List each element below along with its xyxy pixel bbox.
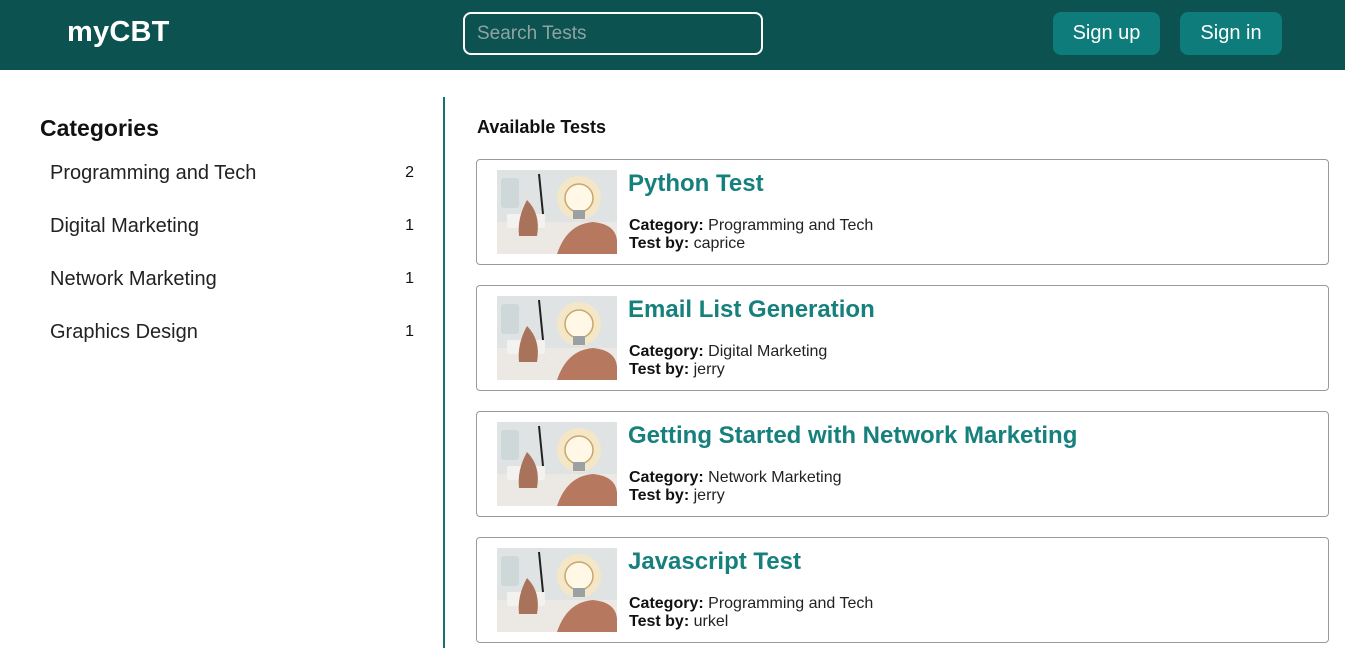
vertical-divider bbox=[443, 97, 445, 648]
brand-logo[interactable]: myCBT bbox=[67, 16, 170, 49]
test-title[interactable]: Javascript Test bbox=[628, 548, 801, 576]
lightbulb-thumbnail-icon bbox=[497, 422, 617, 506]
category-list: Programming and Tech 2 Digital Marketing… bbox=[40, 158, 420, 370]
author-value: jerry bbox=[693, 361, 725, 378]
test-category: Category: Programming and Tech bbox=[629, 217, 873, 235]
category-key: Category: bbox=[629, 217, 704, 234]
signup-button[interactable]: Sign up bbox=[1053, 12, 1160, 55]
author-value: jerry bbox=[693, 487, 725, 504]
category-count: 1 bbox=[405, 323, 414, 340]
test-card-email-list-generation[interactable]: Email List Generation Category: Digital … bbox=[476, 285, 1329, 391]
author-value: urkel bbox=[693, 613, 729, 630]
category-item-graphics-design[interactable]: Graphics Design 1 bbox=[40, 317, 420, 370]
test-title[interactable]: Python Test bbox=[628, 170, 764, 198]
category-value: Programming and Tech bbox=[708, 217, 874, 234]
lightbulb-thumbnail-icon bbox=[497, 296, 617, 380]
category-key: Category: bbox=[629, 595, 704, 612]
author-value: caprice bbox=[693, 235, 746, 252]
author-key: Test by: bbox=[629, 613, 690, 630]
category-key: Category: bbox=[629, 343, 704, 360]
test-card-javascript-test[interactable]: Javascript Test Category: Programming an… bbox=[476, 537, 1329, 643]
category-item-network-marketing[interactable]: Network Marketing 1 bbox=[40, 264, 420, 317]
category-value: Digital Marketing bbox=[708, 343, 828, 360]
category-label: Graphics Design bbox=[50, 321, 198, 343]
test-author: Test by: jerry bbox=[629, 361, 725, 379]
test-author: Test by: caprice bbox=[629, 235, 745, 253]
category-label: Programming and Tech bbox=[50, 162, 257, 184]
test-title[interactable]: Getting Started with Network Marketing bbox=[628, 422, 1077, 450]
test-author: Test by: urkel bbox=[629, 613, 728, 631]
author-key: Test by: bbox=[629, 235, 690, 252]
test-card-python-test[interactable]: Python Test Category: Programming and Te… bbox=[476, 159, 1329, 265]
category-count: 1 bbox=[405, 270, 414, 287]
category-item-programming-and-tech[interactable]: Programming and Tech 2 bbox=[40, 158, 420, 211]
search-input[interactable] bbox=[463, 12, 763, 55]
test-category: Category: Programming and Tech bbox=[629, 595, 873, 613]
category-label: Digital Marketing bbox=[50, 215, 199, 237]
author-key: Test by: bbox=[629, 361, 690, 378]
test-category: Category: Digital Marketing bbox=[629, 343, 827, 361]
category-count: 1 bbox=[405, 217, 414, 234]
categories-heading: Categories bbox=[40, 115, 159, 141]
category-value: Programming and Tech bbox=[708, 595, 874, 612]
categories-sidebar: Categories Programming and Tech 2 Digita… bbox=[40, 115, 420, 370]
test-title[interactable]: Email List Generation bbox=[628, 296, 875, 324]
category-value: Network Marketing bbox=[708, 469, 842, 486]
top-navbar: myCBT Sign up Sign in bbox=[0, 0, 1345, 70]
test-category: Category: Network Marketing bbox=[629, 469, 842, 487]
author-key: Test by: bbox=[629, 487, 690, 504]
lightbulb-thumbnail-icon bbox=[497, 170, 617, 254]
category-key: Category: bbox=[629, 469, 704, 486]
category-item-digital-marketing[interactable]: Digital Marketing 1 bbox=[40, 211, 420, 264]
signin-button[interactable]: Sign in bbox=[1180, 12, 1282, 55]
test-card-getting-started-with-network-marketing[interactable]: Getting Started with Network Marketing C… bbox=[476, 411, 1329, 517]
lightbulb-thumbnail-icon bbox=[497, 548, 617, 632]
category-count: 2 bbox=[405, 164, 414, 181]
available-tests-heading: Available Tests bbox=[477, 117, 607, 137]
category-label: Network Marketing bbox=[50, 268, 217, 290]
test-author: Test by: jerry bbox=[629, 487, 725, 505]
